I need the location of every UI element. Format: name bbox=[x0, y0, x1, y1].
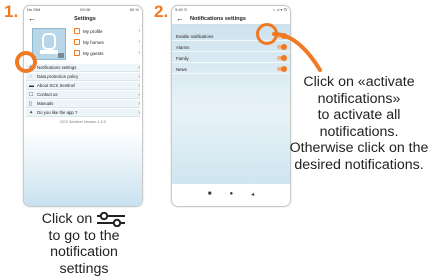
menu-item-manuals[interactable]: ▯ Manuals › bbox=[26, 100, 140, 108]
avatar[interactable] bbox=[32, 28, 66, 60]
my-guests-label: My guests bbox=[83, 50, 104, 56]
back-arrow-icon[interactable]: ← bbox=[28, 15, 36, 23]
status-carrier: No SIM bbox=[27, 7, 41, 12]
chevron-right-icon: › bbox=[138, 73, 140, 80]
settings-header: ← Settings bbox=[24, 13, 142, 25]
caption-line: to activate all bbox=[317, 107, 401, 123]
my-profile-link[interactable]: My profile › bbox=[74, 27, 140, 35]
menu-item-label: Manuals bbox=[37, 101, 54, 106]
app-version: SCS Sentinel Version 1.0.0 bbox=[60, 120, 106, 124]
menu-item-about[interactable]: ▬ About SCS Sentinel › bbox=[26, 82, 140, 90]
chevron-right-icon: › bbox=[138, 28, 140, 34]
star-icon: ✦ bbox=[29, 109, 34, 116]
guests-icon bbox=[74, 50, 80, 56]
caption-line: notifications» bbox=[317, 90, 401, 107]
status-bar: 9:45 ⊙ ⌂ .ıl ▾ ⊡ bbox=[172, 6, 290, 13]
brand-icon: ▬ bbox=[29, 82, 34, 89]
caption-line: notification bbox=[50, 244, 118, 260]
step-2-number: 2. bbox=[154, 2, 169, 21]
caption-line: Click on «activate bbox=[303, 74, 415, 90]
caption-line: to go to the bbox=[48, 227, 120, 244]
lock-icon: ◌ bbox=[29, 73, 32, 80]
row-label: Alarms bbox=[176, 44, 190, 50]
status-icons: ⌂ .ıl ▾ ⊡ bbox=[272, 7, 287, 12]
person-icon bbox=[74, 28, 80, 34]
chevron-right-icon: › bbox=[138, 109, 140, 116]
pointer-curve-icon bbox=[272, 32, 322, 72]
back-button-icon[interactable]: ◂ bbox=[251, 191, 254, 198]
step-2-caption: Click on «activate notifications» to act… bbox=[283, 74, 435, 173]
chevron-right-icon: › bbox=[138, 82, 140, 89]
step-1-caption: Click on to go to the notification setti… bbox=[21, 211, 147, 277]
menu-item-notifications[interactable]: ⚙ Notifications settings › bbox=[26, 64, 140, 72]
caption-line: notifications. bbox=[319, 123, 399, 140]
home-button-icon[interactable]: ● bbox=[229, 191, 233, 197]
step-1-number: 1. bbox=[4, 2, 19, 21]
back-arrow-icon[interactable]: ← bbox=[176, 15, 184, 23]
home-icon bbox=[74, 39, 80, 45]
recents-button-icon[interactable]: ■ bbox=[208, 191, 212, 197]
row-label: News bbox=[176, 66, 187, 72]
status-bar: No SIM 09:38 60 % bbox=[24, 6, 142, 13]
menu-item-contact[interactable]: ☐ Contact us › bbox=[26, 91, 140, 99]
document-icon: ▯ bbox=[29, 100, 32, 107]
chevron-right-icon: › bbox=[138, 64, 140, 71]
page-title: Notifications settings bbox=[190, 16, 246, 22]
chevron-right-icon: › bbox=[138, 91, 140, 98]
chevron-right-icon: › bbox=[138, 50, 140, 56]
status-time: 09:38 bbox=[80, 7, 91, 12]
my-profile-label: My profile bbox=[83, 28, 103, 34]
page-title: Settings bbox=[74, 16, 96, 22]
background-gradient bbox=[24, 130, 142, 206]
row-label: Family bbox=[176, 55, 189, 61]
sliders-icon bbox=[97, 211, 126, 227]
avatar-glyph-icon bbox=[40, 33, 64, 58]
menu-item-rate-app[interactable]: ✦ Do you like the app ? › bbox=[26, 109, 140, 117]
menu-item-label: Data protection policy bbox=[37, 74, 79, 79]
caption-line: settings bbox=[59, 260, 109, 277]
caption-line: Click on bbox=[41, 211, 93, 227]
chevron-right-icon: › bbox=[138, 39, 140, 45]
menu-item-data-protection[interactable]: ◌ Data protection policy › bbox=[26, 73, 140, 81]
caption-line: Otherwise click on the bbox=[289, 140, 429, 156]
menu-item-label: Notifications settings bbox=[37, 65, 77, 70]
status-time: 9:45 ⊙ bbox=[175, 7, 188, 12]
android-nav-bar: ■ ● ◂ bbox=[172, 184, 290, 204]
menu-item-label: About SCS Sentinel bbox=[37, 83, 75, 88]
phone-screen-settings: No SIM 09:38 60 % ← Settings My profile … bbox=[23, 5, 143, 207]
menu-item-label: Contact us bbox=[37, 92, 58, 97]
my-guests-link[interactable]: My guests › bbox=[74, 49, 140, 57]
my-homes-label: My homes bbox=[83, 39, 104, 45]
chevron-right-icon: › bbox=[138, 100, 140, 107]
chat-icon: ☐ bbox=[29, 91, 34, 98]
highlight-circle bbox=[15, 51, 37, 73]
my-homes-link[interactable]: My homes › bbox=[74, 38, 140, 46]
menu-item-label: Do you like the app ? bbox=[37, 110, 78, 115]
caption-line: desired notifications. bbox=[294, 156, 424, 173]
status-battery: 60 % bbox=[129, 7, 139, 12]
